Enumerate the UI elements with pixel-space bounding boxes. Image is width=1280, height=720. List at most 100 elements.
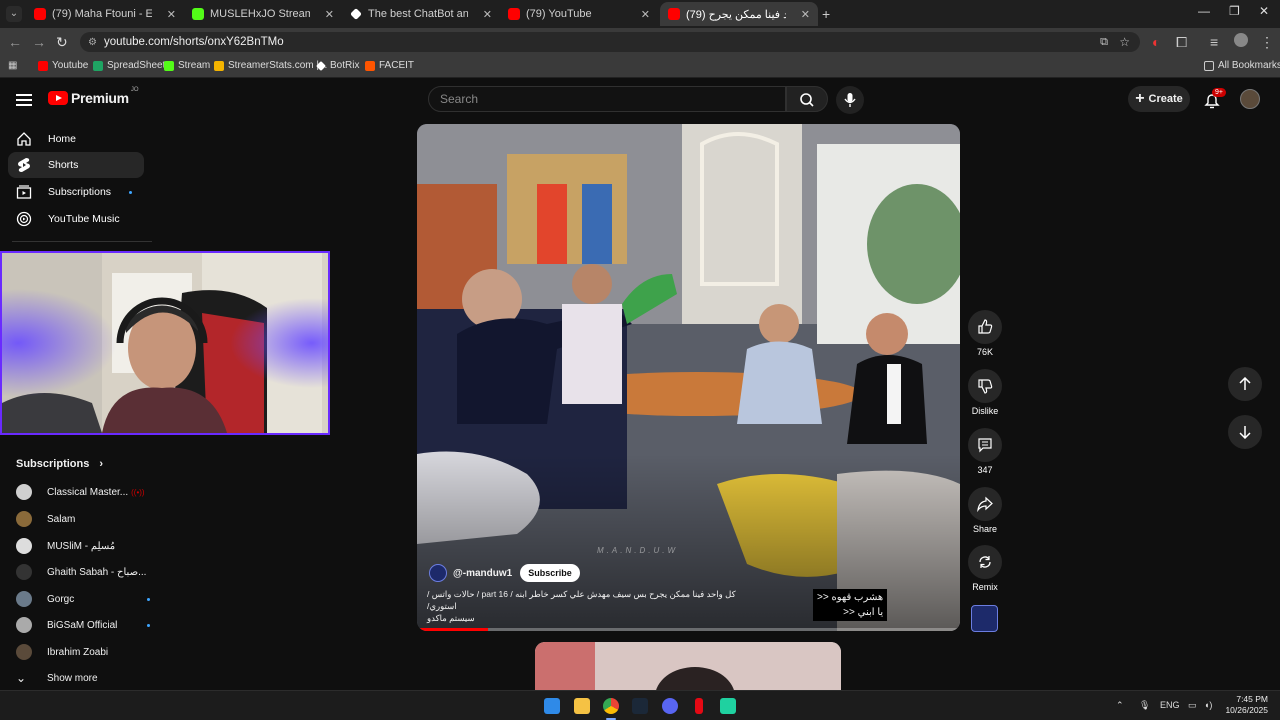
site-info-icon[interactable]: ⚙ (88, 37, 97, 48)
botrix-icon (316, 60, 326, 71)
previous-short-button[interactable] (1228, 367, 1262, 401)
remix-button[interactable] (968, 545, 1002, 579)
tray-overflow-icon[interactable]: ⌃ (1116, 700, 1124, 711)
chrome-icon[interactable] (603, 698, 619, 714)
microphone-tray-icon[interactable]: 🎙 (1139, 700, 1150, 711)
bookmark-star-icon[interactable]: ☆ (1119, 35, 1130, 49)
video-watermark: M.A.N.D.U.W (597, 546, 678, 555)
reload-icon[interactable]: ↻ (56, 34, 68, 51)
bookmark-item[interactable]: FACEIT (365, 60, 414, 71)
sidebar-item-home[interactable]: Home (8, 126, 144, 152)
all-bookmarks[interactable]: All Bookmarks (1204, 60, 1280, 71)
dislike-button[interactable] (968, 369, 1002, 403)
chevron-right-icon: › (99, 458, 104, 470)
subscribe-button[interactable]: Subscribe (520, 564, 580, 582)
notification-badge: 9+ (1212, 88, 1226, 97)
account-avatar[interactable] (1240, 89, 1260, 109)
browser-toolbar: ← → ↻ ⚙ youtube.com/shorts/onxY62BnTMo ⧉… (0, 28, 1280, 56)
bookmark-item[interactable]: SpreadSheet (93, 60, 165, 71)
extensions-puzzle-icon[interactable]: ⧠ (1176, 34, 1187, 51)
network-icon[interactable]: ▭ (1188, 700, 1197, 711)
close-tab-icon[interactable]: ✕ (641, 8, 650, 21)
search-button[interactable] (786, 86, 828, 112)
file-explorer-icon[interactable] (574, 698, 590, 714)
browser-tab[interactable]: MUSLEHxJO Stream - Watch Li ✕ (184, 2, 342, 26)
close-tab-icon[interactable]: ✕ (483, 8, 492, 21)
youtube-premium-logo[interactable]: Premium JO (48, 87, 138, 106)
channel-avatar[interactable] (429, 564, 447, 582)
subscription-channel[interactable]: MUSliM - مُسلِم (16, 536, 115, 556)
share-label: Share (972, 524, 998, 534)
menu-icon[interactable] (16, 94, 32, 106)
progress-bar[interactable] (417, 628, 960, 631)
media-control-icon[interactable]: ≡ (1210, 34, 1218, 50)
channel-handle[interactable]: @-manduw1 (453, 568, 512, 579)
back-icon[interactable]: ← (8, 34, 22, 50)
windows-start-icon[interactable] (544, 698, 560, 714)
netflix-icon[interactable] (695, 698, 703, 714)
browser-tab[interactable]: The best ChatBot and Widgets ✕ (342, 2, 500, 26)
share-button[interactable] (968, 487, 1002, 521)
caption-line: >> هشرب قهوه (817, 592, 884, 603)
new-tab-icon[interactable]: + (822, 6, 830, 22)
channel-name: BiGSaM Official (47, 619, 118, 631)
channel-avatar (16, 617, 32, 633)
webcam-feed-image (2, 253, 328, 433)
tab-search-button[interactable]: ⌄ (6, 6, 22, 22)
minimize-icon[interactable]: — (1198, 4, 1210, 18)
bookmark-item[interactable]: StreamerStats.com |... (214, 60, 327, 71)
voice-search-button[interactable] (836, 86, 864, 114)
browser-menu-icon[interactable]: ⋮ (1260, 34, 1274, 51)
sound-thumbnail[interactable] (971, 605, 998, 632)
bookmark-item[interactable]: Stream (164, 60, 210, 71)
volume-icon[interactable]: ◖) (1204, 700, 1212, 710)
search-input[interactable]: Search (428, 86, 786, 112)
sidebar-item-youtube-music[interactable]: YouTube Music (8, 206, 144, 232)
bookmark-label: Stream (178, 60, 211, 71)
app-icon[interactable] (720, 698, 736, 714)
install-app-icon[interactable]: ⧉ (1100, 36, 1108, 49)
close-tab-icon[interactable]: ✕ (167, 8, 176, 21)
browser-tab-active[interactable]: (79) كل واحد فينا ممكن يجرح ✕ (660, 2, 818, 26)
address-bar[interactable]: ⚙ youtube.com/shorts/onxY62BnTMo ⧉ ☆ (80, 32, 1140, 52)
steam-icon[interactable] (632, 698, 648, 714)
subscription-channel[interactable]: Ibrahim Zoabi (16, 642, 108, 662)
restore-icon[interactable]: ❐ (1229, 4, 1240, 18)
caption-line: >> يا ابني (843, 607, 884, 618)
subscription-channel[interactable]: Gorgc (16, 589, 150, 609)
clock[interactable]: 7:45 PM 10/26/2025 (1224, 694, 1268, 716)
comment-icon (978, 438, 992, 453)
next-short-button[interactable] (1228, 415, 1262, 449)
subscription-channel[interactable]: Salam (16, 509, 75, 529)
show-more-button[interactable]: ⌄ Show more (16, 668, 98, 688)
next-short-preview[interactable] (535, 642, 841, 692)
comments-button[interactable] (968, 428, 1002, 462)
sidebar-item-shorts[interactable]: Shorts (8, 152, 144, 178)
language-indicator[interactable]: ENG (1160, 700, 1180, 710)
close-window-icon[interactable]: ✕ (1259, 4, 1269, 18)
create-button[interactable]: + Create (1128, 86, 1190, 112)
apps-grid-icon[interactable]: ▦ (8, 60, 17, 71)
profile-icon[interactable] (1234, 33, 1248, 47)
create-label: Create (1148, 93, 1183, 105)
browser-tab[interactable]: (79) Maha Ftouni - El Sabr Gam ✕ (26, 2, 184, 26)
subscription-channel[interactable]: Classical Master... ((•)) (16, 482, 145, 502)
new-content-dot (147, 597, 150, 601)
like-button[interactable] (968, 310, 1002, 344)
short-title[interactable]: كل واحد فينا ممكن يجرح بس سيف مهدش علي ك… (427, 588, 737, 624)
subscription-channel[interactable]: Ghaith Sabah - صباح... (16, 562, 146, 582)
forward-icon[interactable]: → (32, 34, 46, 50)
subscription-channel[interactable]: BiGSaM Official (16, 615, 150, 635)
close-tab-icon[interactable]: ✕ (325, 8, 334, 21)
music-icon (16, 211, 32, 227)
bookmark-item[interactable]: BotRix (316, 60, 359, 71)
short-video-player[interactable]: M.A.N.D.U.W >> هشرب قهوه >> يا ابني @-ma… (417, 124, 960, 631)
subscriptions-heading[interactable]: Subscriptions › (16, 458, 103, 470)
extension-icon[interactable]: ◐ (1152, 34, 1160, 50)
browser-tab[interactable]: (79) YouTube ✕ (500, 2, 658, 26)
sidebar-item-subscriptions[interactable]: Subscriptions (8, 179, 144, 205)
bookmark-item[interactable]: Youtube (38, 60, 88, 71)
close-tab-icon[interactable]: ✕ (801, 8, 810, 21)
youtube-favicon-icon (668, 8, 680, 20)
discord-icon[interactable] (662, 698, 678, 714)
